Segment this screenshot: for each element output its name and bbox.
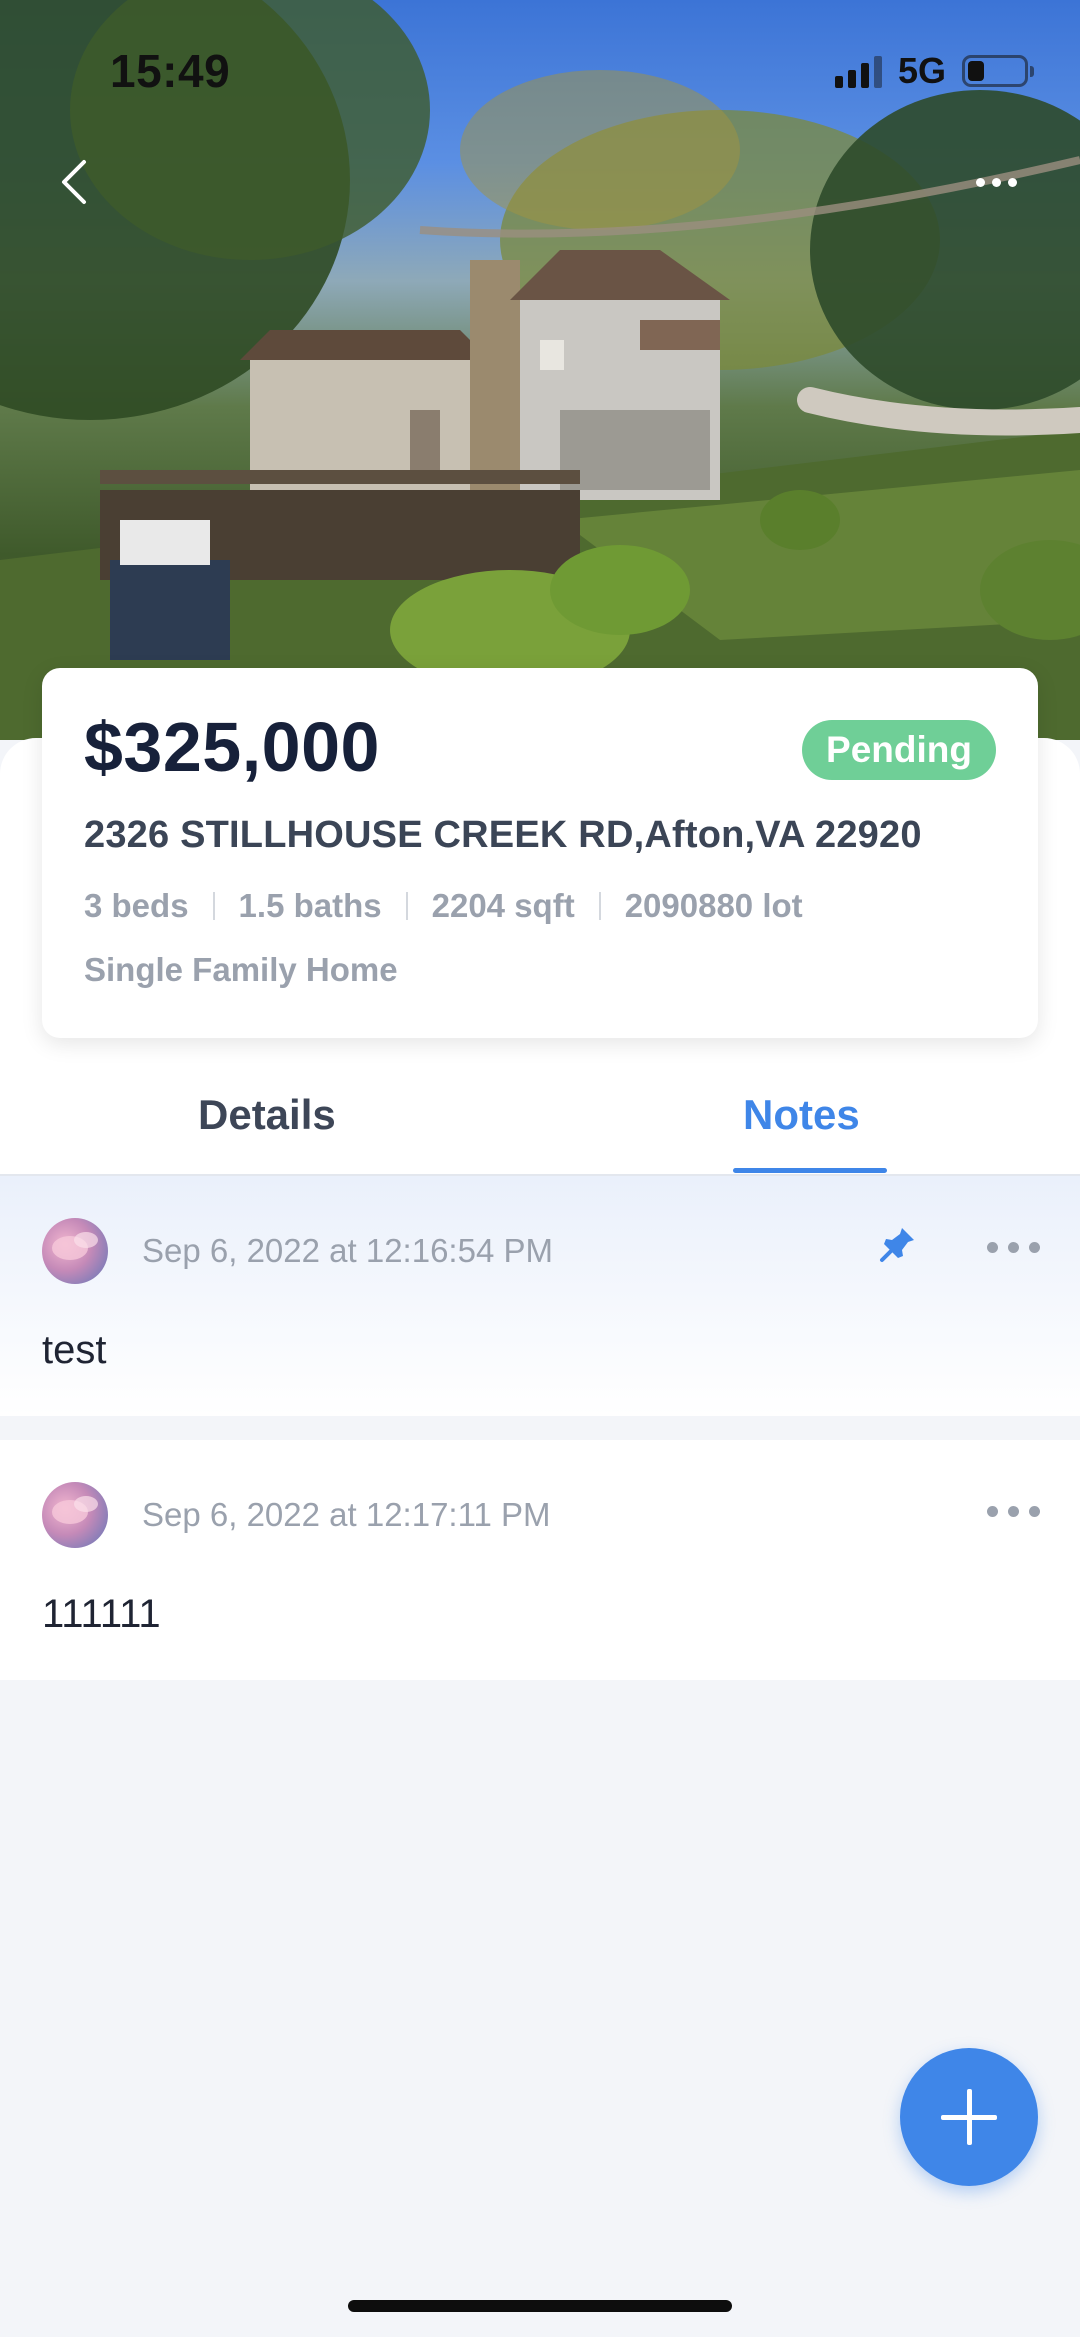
add-note-button[interactable] [900, 2048, 1038, 2186]
signal-icon [834, 54, 882, 88]
tab-bar: Details Notes [0, 1055, 1080, 1175]
note-more-button[interactable] [987, 1242, 1040, 1253]
listing-specs: 3 beds 1.5 baths 2204 sqft 2090880 lot [84, 887, 996, 925]
network-label: 5G [897, 50, 946, 91]
battery-icon [962, 55, 1034, 87]
note-timestamp: Sep 6, 2022 at 12:16:54 PM [142, 1232, 553, 1269]
property-type: Single Family Home [84, 951, 398, 988]
note-timestamp: Sep 6, 2022 at 12:17:11 PM [142, 1496, 551, 1533]
chevron-left-icon [62, 160, 86, 204]
pin-button[interactable] [876, 1222, 920, 1266]
spec-baths: 1.5 baths [238, 887, 382, 924]
status-indicators: 5G [834, 50, 1034, 92]
spec-beds: 3 beds [84, 887, 189, 924]
more-options-button[interactable] [976, 170, 1030, 194]
avatar [42, 1482, 108, 1548]
note-item[interactable]: Sep 6, 2022 at 12:17:11 PM 111111 [0, 1440, 1080, 1680]
status-time: 15:49 [110, 45, 231, 97]
home-indicator [348, 2300, 732, 2312]
more-horizontal-icon [987, 1506, 998, 1517]
tab-details[interactable]: Details [198, 1091, 336, 1139]
spec-divider [598, 892, 601, 920]
listing-summary-card: $325,000 Pending 2326 STILLHOUSE CREEK R… [42, 668, 1038, 1038]
back-button[interactable] [50, 150, 98, 214]
spec-divider [405, 892, 408, 920]
status-badge: Pending [802, 720, 996, 780]
active-tab-indicator [733, 1168, 887, 1173]
spec-divider [212, 892, 215, 920]
avatar-image [52, 1232, 98, 1260]
note-text: 111111 [42, 1592, 161, 1636]
listing-address: 2326 STILLHOUSE CREEK RD,Afton,VA 22920 [84, 814, 922, 856]
spec-lot: 2090880 lot [624, 887, 803, 924]
more-horizontal-icon [987, 1242, 998, 1253]
note-item[interactable]: Sep 6, 2022 at 12:16:54 PM test [0, 1176, 1080, 1416]
house-photo-illustration [0, 0, 1080, 740]
avatar-image [52, 1496, 98, 1524]
spec-sqft: 2204 sqft [431, 887, 575, 924]
more-horizontal-icon [976, 177, 985, 187]
property-photo[interactable]: 15:49 5G [0, 0, 1080, 740]
avatar [42, 1218, 108, 1284]
pin-icon [880, 1228, 914, 1262]
note-more-button[interactable] [987, 1506, 1040, 1517]
note-text: test [42, 1328, 107, 1372]
tab-notes[interactable]: Notes [743, 1091, 860, 1139]
